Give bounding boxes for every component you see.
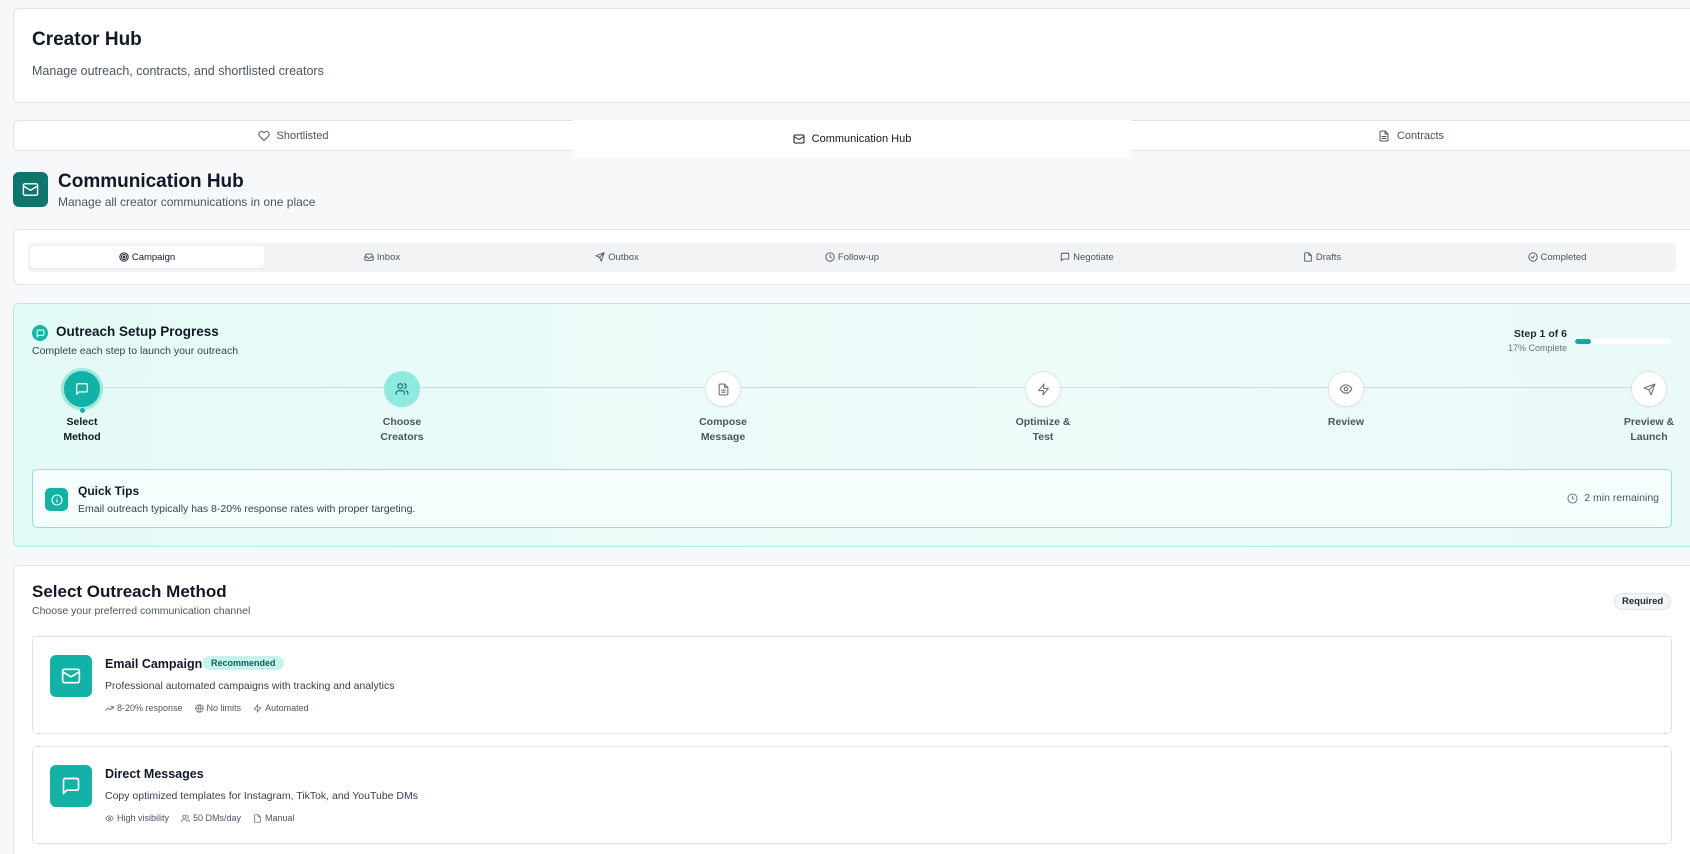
step-label: Compose Message [699,416,747,443]
tab-campaign[interactable]: Campaign [30,246,264,268]
trend-icon [105,704,114,713]
tab-drafts[interactable]: Drafts [1205,246,1439,268]
file-icon [1378,130,1390,142]
outreach-progress-card: Outreach Setup Progress Complete each st… [13,303,1690,547]
option-title: Email Campaign [105,657,203,671]
clock-icon [825,252,835,262]
users-icon [384,371,420,407]
current-step-marker [80,408,85,413]
option-title: Direct Messages [105,767,204,781]
inbox-icon [364,252,374,262]
feature-dms-per-day: 50 DMs/day [181,813,241,823]
file-icon [705,371,741,407]
method-title: Select Outreach Method [32,582,227,601]
step-label: Optimize & Test [1015,416,1071,443]
tab-label: Communication Hub [811,133,912,145]
mail-icon [13,172,48,207]
stepper: Select Method Choose Creators Compose Messa… [14,304,1690,454]
feature-response: 8-20% response [105,703,183,713]
recommended-badge: Recommended [203,656,284,670]
send-icon [1631,371,1667,407]
feature-manual: Manual [253,813,295,823]
feature-limits: No limits [194,703,241,713]
page-subtitle: Manage outreach, contracts, and shortlis… [32,64,324,78]
tab-label: Campaign [131,251,176,263]
tab-label: Negotiate [1073,251,1114,263]
option-direct-messages[interactable]: Direct Messages Copy optimized templates… [32,746,1672,844]
tab-label: Completed [1540,251,1587,263]
communication-tabs: Campaign Inbox Outbox Follow-up Negotiat… [13,229,1690,285]
step-label: Preview & Launch [1623,416,1675,443]
clock-icon [1567,492,1578,504]
tab-label: Outbox [608,251,639,263]
tab-communication-hub[interactable]: Communication Hub [573,120,1131,158]
target-icon [119,252,129,262]
method-subtitle: Choose your preferred communication chan… [32,605,251,617]
message-icon [1060,252,1070,262]
step-label: Review [1327,416,1365,428]
time-remaining: 2 min remaining [1567,492,1659,504]
feature-visibility: High visibility [105,813,169,823]
stepper-line [82,387,1648,388]
required-badge: Required [1614,593,1672,610]
send-icon [595,252,605,262]
tab-inbox[interactable]: Inbox [265,246,499,268]
quick-tips: Quick Tips Email outreach typically has … [32,469,1672,528]
globe-icon [194,703,204,713]
step-label: Choose Creators [380,416,424,443]
tab-label: Follow-up [837,251,880,263]
option-features: High visibility 50 DMs/day Manual [105,813,295,823]
mail-icon [50,655,92,697]
heart-icon [257,130,270,142]
communication-tabs-list: Campaign Inbox Outbox Follow-up Negotiat… [28,243,1676,272]
tab-negotiate[interactable]: Negotiate [970,246,1204,268]
tab-label: Contracts [1396,129,1445,142]
users-icon [181,814,190,823]
file-icon [253,813,262,823]
tips-title: Quick Tips [78,484,140,498]
section-title: Communication Hub [58,171,244,192]
check-circle-icon [1527,252,1538,262]
eye-icon [105,814,114,823]
tab-contracts[interactable]: Contracts [1131,120,1690,151]
message-icon [50,765,92,807]
tab-label: Inbox [376,251,401,263]
tab-follow-up[interactable]: Follow-up [735,246,969,268]
tab-label: Drafts [1315,251,1342,263]
eye-icon [1328,371,1364,407]
mail-icon [793,133,805,145]
step-label: Select Method [63,416,101,443]
tab-shortlisted[interactable]: Shortlisted [13,120,573,151]
tips-text: Email outreach typically has 8-20% respo… [78,503,416,515]
section-subtitle: Manage all creator communications in one… [58,195,316,209]
zap-icon [253,703,262,713]
option-description: Copy optimized templates for Instagram, … [105,790,419,802]
option-email-campaign[interactable]: Email Campaign Recommended Professional … [32,636,1672,734]
page-title: Creator Hub [32,29,142,50]
tab-completed[interactable]: Completed [1440,246,1674,268]
page-header: Creator Hub Manage outreach, contracts, … [13,8,1690,103]
main-tabs: Shortlisted Communication Hub Contracts [13,120,1690,158]
tab-outbox[interactable]: Outbox [500,246,734,268]
message-icon [61,368,103,410]
option-description: Professional automated campaigns with tr… [105,680,395,692]
file-icon [1303,252,1313,262]
outreach-method-card: Select Outreach Method Choose your prefe… [13,565,1690,854]
tab-label: Shortlisted [276,129,329,142]
info-icon [45,488,68,511]
zap-icon [1025,371,1061,407]
feature-automated: Automated [253,703,309,713]
option-features: 8-20% response No limits Automated [105,703,309,713]
